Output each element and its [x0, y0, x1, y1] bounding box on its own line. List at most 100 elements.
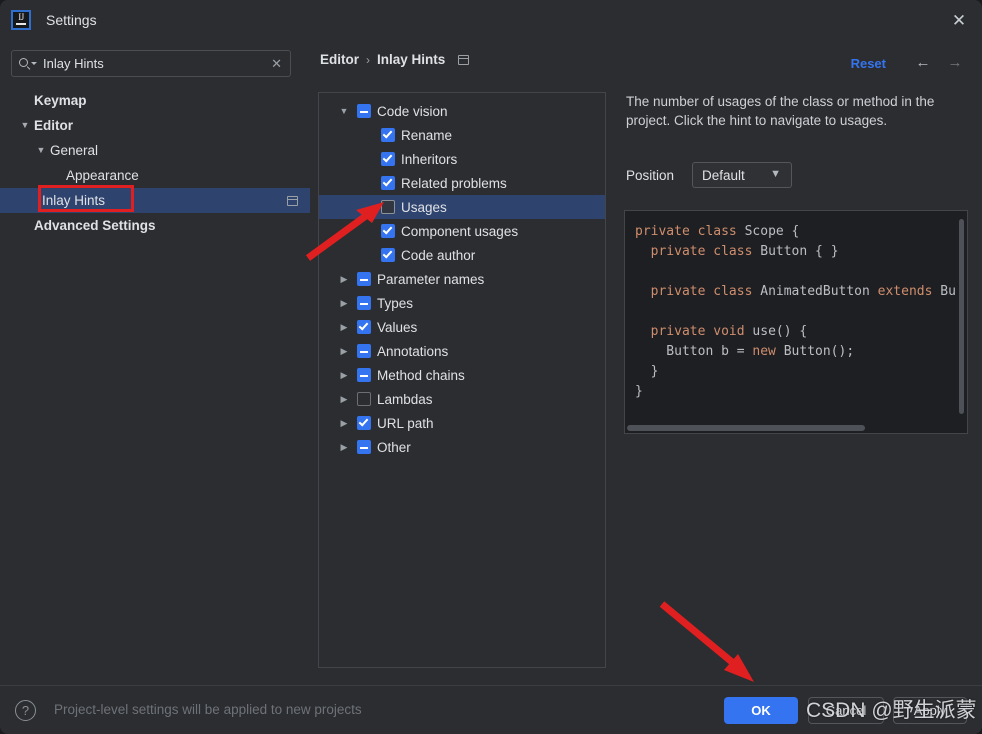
tree-row-label: Types — [377, 295, 414, 311]
checkbox-annotations[interactable] — [357, 344, 371, 358]
breadcrumb-separator-icon: › — [366, 52, 370, 67]
tree-row-component-usages[interactable]: Component usages — [319, 219, 605, 243]
sidebar-item-advanced-settings[interactable]: Advanced Settings — [0, 213, 310, 238]
search-input[interactable]: Inlay Hints ✕ — [11, 50, 291, 77]
position-label: Position — [626, 167, 675, 183]
sidebar-item-inlay-hints[interactable]: Inlay Hints — [0, 188, 310, 213]
search-input-value: Inlay Hints — [43, 56, 104, 71]
checkbox-component-usages[interactable] — [381, 224, 395, 238]
chevron-down-icon[interactable]: ▼ — [34, 146, 48, 155]
code-line: private class AnimatedButton extends Bu — [650, 284, 956, 299]
close-icon[interactable]: ✕ — [936, 0, 982, 40]
chevron-right-icon[interactable]: ▶ — [337, 298, 351, 308]
code-line: private class Button { } — [650, 244, 839, 259]
sidebar-item-general[interactable]: ▼ General — [0, 138, 310, 163]
tree-row-rename[interactable]: Rename — [319, 123, 605, 147]
sidebar-item-label: General — [50, 143, 99, 158]
tree-row-usages[interactable]: Usages — [319, 195, 605, 219]
tree-row-label: Code vision — [377, 103, 448, 119]
code-preview-horizontal-scrollbar[interactable] — [627, 425, 965, 431]
breadcrumb-parent[interactable]: Editor — [320, 52, 359, 67]
sidebar-item-label: Appearance — [66, 168, 139, 183]
sidebar-item-appearance[interactable]: Appearance — [0, 163, 310, 188]
chevron-right-icon[interactable]: ▶ — [337, 274, 351, 284]
tree-row-code-vision[interactable]: ▼ Code vision — [319, 99, 605, 123]
checkbox-related-problems[interactable] — [381, 176, 395, 190]
code-preview-vertical-scrollbar[interactable] — [959, 219, 964, 414]
checkbox-usages[interactable] — [381, 200, 395, 214]
settings-sidebar: Inlay Hints ✕ Keymap ▼ Editor ▼ General … — [0, 40, 310, 685]
checkbox-method-chains[interactable] — [357, 368, 371, 382]
watermark-text: CSDN @野生派蒙 — [806, 699, 977, 722]
tree-row-lambdas[interactable]: ▶ Lambdas — [319, 387, 605, 411]
checkbox-other[interactable] — [357, 440, 371, 454]
title-bar: IJ Settings ✕ — [0, 0, 982, 40]
tree-row-label: Component usages — [401, 223, 519, 239]
checkbox-url-path[interactable] — [357, 416, 371, 430]
tree-row-values[interactable]: ▶ Values — [319, 315, 605, 339]
tree-row-label: Usages — [401, 199, 447, 215]
sidebar-item-label: Editor — [34, 118, 73, 133]
sidebar-item-label: Keymap — [34, 93, 87, 108]
tree-row-parameter-names[interactable]: ▶ Parameter names — [319, 267, 605, 291]
chevron-right-icon[interactable]: ▶ — [337, 442, 351, 452]
tree-row-related-problems[interactable]: Related problems — [319, 171, 605, 195]
tree-row-label: Values — [377, 319, 418, 335]
chevron-down-icon[interactable]: ▼ — [337, 106, 351, 116]
tree-row-label: Annotations — [377, 343, 449, 359]
reset-button[interactable]: Reset — [851, 56, 886, 71]
tree-row-url-path[interactable]: ▶ URL path — [319, 411, 605, 435]
code-preview-panel[interactable]: private class Scope { private class Butt… — [624, 210, 968, 434]
sidebar-item-label: Advanced Settings — [34, 218, 156, 233]
copy-settings-path-icon[interactable] — [458, 54, 470, 65]
position-dropdown-value: Default — [702, 167, 745, 183]
tree-row-other[interactable]: ▶ Other — [319, 435, 605, 459]
copy-settings-path-icon[interactable] — [287, 195, 298, 206]
chevron-down-icon: ▼ — [770, 168, 782, 180]
tree-row-inheritors[interactable]: Inheritors — [319, 147, 605, 171]
chevron-right-icon[interactable]: ▶ — [337, 370, 351, 380]
tree-row-code-author[interactable]: Code author — [319, 243, 605, 267]
clear-icon[interactable]: ✕ — [271, 57, 282, 70]
sidebar-item-keymap[interactable]: Keymap — [0, 88, 310, 113]
chevron-down-icon[interactable]: ▼ — [18, 121, 32, 130]
checkbox-inheritors[interactable] — [381, 152, 395, 166]
back-arrow-icon[interactable]: ← — [914, 55, 932, 71]
ok-button[interactable]: OK — [724, 697, 798, 724]
tree-row-types[interactable]: ▶ Types — [319, 291, 605, 315]
tree-row-label: Method chains — [377, 367, 465, 383]
chevron-right-icon[interactable]: ▶ — [337, 394, 351, 404]
chevron-right-icon[interactable]: ▶ — [337, 322, 351, 332]
tree-row-label: Related problems — [401, 175, 507, 191]
help-icon[interactable]: ? — [15, 700, 36, 721]
tree-row-label: Other — [377, 439, 411, 455]
sidebar-tree: Keymap ▼ Editor ▼ General Appearance Inl… — [0, 88, 310, 238]
position-setting-row: Position Default ▼ — [626, 162, 793, 188]
breadcrumb: Editor › Inlay Hints — [320, 52, 470, 67]
code-line: private void use() { — [650, 324, 808, 339]
tree-row-method-chains[interactable]: ▶ Method chains — [319, 363, 605, 387]
inlay-hints-tree: ▼ Code vision Rename Inheritors Related prob… — [319, 93, 605, 459]
checkbox-types[interactable] — [357, 296, 371, 310]
checkbox-code-vision[interactable] — [357, 104, 371, 118]
checkbox-lambdas[interactable] — [357, 392, 371, 406]
tree-row-label: URL path — [377, 415, 434, 431]
chevron-right-icon[interactable]: ▶ — [337, 346, 351, 356]
tree-row-annotations[interactable]: ▶ Annotations — [319, 339, 605, 363]
checkbox-parameter-names[interactable] — [357, 272, 371, 286]
code-line: } — [635, 384, 643, 399]
hint-description: The number of usages of the class or met… — [626, 94, 935, 128]
chevron-right-icon[interactable]: ▶ — [337, 418, 351, 428]
checkbox-code-author[interactable] — [381, 248, 395, 262]
sidebar-item-editor[interactable]: ▼ Editor — [0, 113, 310, 138]
position-dropdown[interactable]: Default ▼ — [692, 162, 793, 188]
checkbox-values[interactable] — [357, 320, 371, 334]
code-line: Button b = new Button(); — [635, 344, 855, 359]
code-line: private class Scope { — [635, 224, 800, 239]
window-title: Settings — [46, 12, 97, 28]
search-icon — [19, 57, 37, 71]
checkbox-rename[interactable] — [381, 128, 395, 142]
forward-arrow-icon[interactable]: → — [946, 55, 964, 71]
inlay-hints-tree-panel: ▼ Code vision Rename Inheritors Related prob… — [318, 92, 606, 668]
